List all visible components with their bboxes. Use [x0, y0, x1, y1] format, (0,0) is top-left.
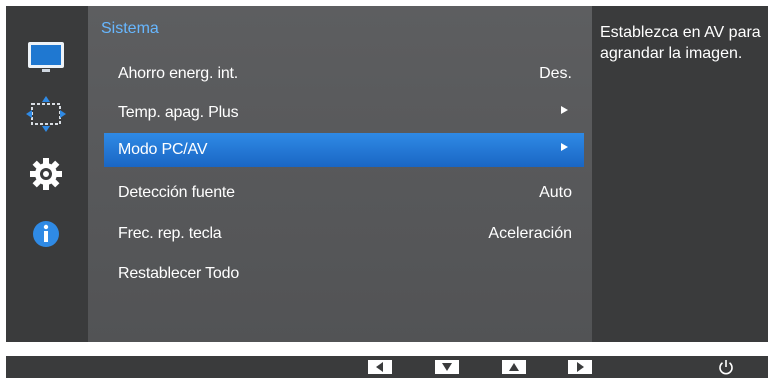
menu-item-value: Des.: [539, 65, 572, 82]
menu-item-label: Restablecer Todo: [118, 265, 240, 282]
menu-item-ahorro-energ[interactable]: Ahorro energ. int. Des.: [104, 57, 584, 91]
menu-item-frec-rep-tecla[interactable]: Frec. rep. tecla Aceleración: [104, 217, 584, 251]
power-icon[interactable]: [717, 358, 735, 376]
chevron-right-icon: [561, 143, 568, 151]
menu-item-label: Ahorro energ. int.: [118, 65, 239, 82]
control-bar: [6, 356, 768, 378]
right-arrow-icon[interactable]: [568, 360, 592, 374]
osd-menu: Sistema Ahorro energ. int. Des. Temp. ap…: [6, 6, 768, 342]
chevron-right-icon: [561, 106, 568, 114]
system-gear-icon[interactable]: [26, 154, 66, 194]
help-panel: Establezca en AV para agrandar la imagen…: [592, 6, 768, 342]
help-text: Establezca en AV para agrandar la imagen…: [600, 24, 761, 62]
menu-item-restablecer-todo[interactable]: Restablecer Todo: [104, 257, 584, 291]
menu-item-label: Frec. rep. tecla: [118, 225, 222, 242]
menu-item-deteccion-fuente[interactable]: Detección fuente Auto: [104, 176, 584, 210]
section-title: Sistema: [101, 20, 159, 37]
menu-item-label: Detección fuente: [118, 184, 235, 201]
menu-item-label: Modo PC/AV: [118, 141, 208, 158]
menu-item-modo-pc-av[interactable]: Modo PC/AV: [104, 133, 584, 167]
onscreen-display-icon[interactable]: [26, 94, 66, 134]
menu-item-value: Aceleración: [488, 225, 572, 242]
left-arrow-icon[interactable]: [368, 360, 392, 374]
picture-icon[interactable]: [26, 36, 66, 76]
menu-item-temp-apag[interactable]: Temp. apag. Plus: [104, 96, 584, 130]
information-icon[interactable]: [26, 214, 66, 254]
sidebar: [6, 6, 88, 342]
up-arrow-icon[interactable]: [502, 360, 526, 374]
menu-item-value: Auto: [539, 184, 572, 201]
menu-item-label: Temp. apag. Plus: [118, 104, 239, 121]
down-arrow-icon[interactable]: [435, 360, 459, 374]
menu-panel: Sistema Ahorro energ. int. Des. Temp. ap…: [88, 6, 592, 342]
